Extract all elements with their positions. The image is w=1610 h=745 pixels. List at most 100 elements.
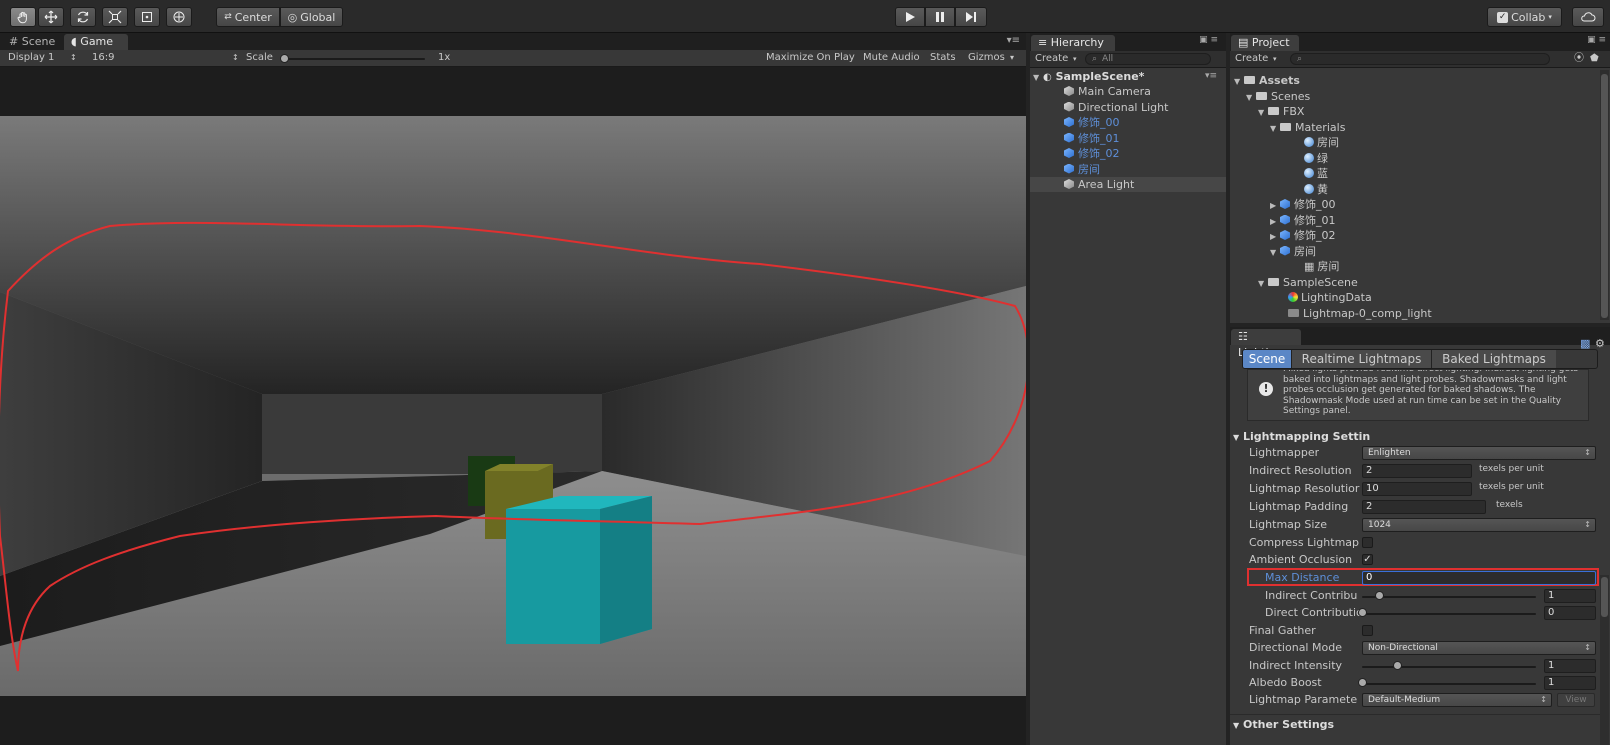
lightmap-parameters-dropdown[interactable]: Default-Medium xyxy=(1362,693,1552,707)
expand-arrow-icon[interactable]: ▶ xyxy=(1270,229,1280,244)
scale-slider-track[interactable] xyxy=(285,58,425,60)
project-tree-item[interactable]: ▶ 修饰_00 xyxy=(1270,197,1336,212)
lightmap-padding-field[interactable]: 2 xyxy=(1362,500,1486,514)
project-create-dropdown[interactable]: Create xyxy=(1235,51,1268,67)
cloud-button[interactable] xyxy=(1572,7,1604,27)
maximize-on-play-button[interactable]: Maximize On Play xyxy=(766,50,855,66)
expand-arrow-icon[interactable]: ▼ xyxy=(1258,276,1268,291)
lighting-scrollbar[interactable] xyxy=(1600,575,1609,745)
lightmap-size-dropdown[interactable]: 1024 xyxy=(1362,518,1596,532)
directional-mode-dropdown[interactable]: Non-Directional xyxy=(1362,641,1596,655)
expand-arrow-icon[interactable]: ▼ xyxy=(1246,90,1256,105)
expand-arrow-icon[interactable]: ▼ xyxy=(1234,74,1244,89)
project-tree-item[interactable]: ▶ 修饰_02 xyxy=(1270,228,1336,243)
final-gather-checkbox[interactable] xyxy=(1362,625,1373,636)
lightmapping-settings-header[interactable]: ▼ Lightmapping Settin xyxy=(1233,430,1370,443)
subtab-realtime-lightmaps[interactable]: Realtime Lightmaps xyxy=(1291,350,1431,368)
project-tree-item[interactable]: 房间 xyxy=(1294,135,1339,150)
space-global-toggle[interactable]: ◎ Global xyxy=(280,7,343,27)
tab-hierarchy[interactable]: ≡ Hierarchy xyxy=(1031,35,1115,51)
albedo-boost-field[interactable]: 1 xyxy=(1544,676,1596,690)
project-tree-item[interactable]: ▼ FBX xyxy=(1258,104,1304,119)
help-book-icon[interactable]: ▩ xyxy=(1580,337,1590,350)
indirect-intensity-track[interactable] xyxy=(1362,666,1536,668)
expand-arrow-icon[interactable]: ▶ xyxy=(1270,198,1280,213)
tab-scene[interactable]: # Scene xyxy=(2,34,62,50)
expand-arrow-icon[interactable]: ▶ xyxy=(1270,214,1280,229)
stats-button[interactable]: Stats xyxy=(930,50,956,66)
indirect-intensity-field[interactable]: 1 xyxy=(1544,659,1596,673)
subtab-baked-lightmaps[interactable]: Baked Lightmaps xyxy=(1431,350,1556,368)
project-scrollbar[interactable] xyxy=(1600,70,1609,320)
hierarchy-item[interactable]: 房间 xyxy=(1030,162,1226,177)
lighting-scrollbar-thumb[interactable] xyxy=(1601,577,1608,617)
project-tree-item[interactable]: ▼ Scenes xyxy=(1246,89,1310,104)
collab-dropdown[interactable]: ✓ Collab ▾ xyxy=(1487,7,1562,27)
rotate-tool-button[interactable] xyxy=(70,7,96,27)
max-distance-field[interactable]: 0 xyxy=(1362,571,1596,585)
panel-menu-icon[interactable]: ▾≡ xyxy=(1007,35,1020,46)
gizmos-dropdown[interactable]: Gizmos xyxy=(968,50,1005,66)
albedo-boost-knob[interactable] xyxy=(1358,678,1367,687)
aspect-dropdown[interactable]: 16:9 xyxy=(92,50,114,66)
albedo-boost-track[interactable] xyxy=(1362,683,1536,685)
hand-tool-button[interactable] xyxy=(10,7,36,27)
expand-arrow-icon[interactable]: ▼ xyxy=(1270,245,1280,260)
tab-game[interactable]: ◖ Game xyxy=(64,34,128,50)
expand-arrow-icon[interactable]: ▼ xyxy=(1270,121,1280,136)
lightmapper-dropdown[interactable]: Enlighten xyxy=(1362,446,1596,460)
project-tree-item[interactable]: ▦ 房间 xyxy=(1294,259,1339,274)
project-tree-item[interactable]: LightingData xyxy=(1278,290,1372,305)
play-button[interactable] xyxy=(895,7,925,27)
project-tree-item[interactable]: 蓝 xyxy=(1294,166,1328,181)
hierarchy-item[interactable]: Directional Light xyxy=(1030,100,1226,115)
move-tool-button[interactable] xyxy=(38,7,64,27)
indirect-contribution-field[interactable]: 1 xyxy=(1544,589,1596,603)
pivot-center-toggle[interactable]: ⇄ Center xyxy=(216,7,280,27)
subtab-scene[interactable]: Scene xyxy=(1243,350,1291,368)
project-tree-item[interactable]: Lightmap-0_comp_light xyxy=(1278,306,1432,321)
scale-tool-button[interactable] xyxy=(102,7,128,27)
lightmap-resolution-field[interactable]: 10 xyxy=(1362,482,1472,496)
lock-icon[interactable]: ▣ ≡ xyxy=(1199,35,1218,45)
filter-by-label-icon[interactable]: ⬟ xyxy=(1590,51,1599,67)
project-tree-item[interactable]: ▼ Materials xyxy=(1270,120,1345,135)
hierarchy-item[interactable]: 修饰_02 xyxy=(1030,146,1226,161)
mute-audio-button[interactable]: Mute Audio xyxy=(863,50,920,66)
tab-lighting[interactable]: ☷ Lighting xyxy=(1231,329,1301,359)
tab-project[interactable]: ▤ Project xyxy=(1231,35,1299,51)
project-tree-item[interactable]: 绿 xyxy=(1294,151,1328,166)
view-button[interactable]: View xyxy=(1557,693,1595,707)
indirect-contribution-knob[interactable] xyxy=(1375,591,1384,600)
scale-slider-knob[interactable] xyxy=(280,54,289,63)
expand-arrow-icon[interactable]: ▼ xyxy=(1258,105,1268,120)
hierarchy-item[interactable]: Area Light xyxy=(1030,177,1226,192)
gear-icon[interactable]: ⚙ xyxy=(1595,337,1605,350)
pause-button[interactable] xyxy=(925,7,955,27)
project-search-input[interactable]: ⌕ xyxy=(1290,53,1550,65)
step-button[interactable] xyxy=(955,7,987,27)
project-tree-item[interactable]: ▼ Assets xyxy=(1234,73,1300,88)
indirect-resolution-field[interactable]: 2 xyxy=(1362,464,1472,478)
transform-tool-button[interactable] xyxy=(166,7,192,27)
indirect-intensity-knob[interactable] xyxy=(1393,661,1402,670)
display-dropdown[interactable]: Display 1 xyxy=(8,50,54,66)
filter-by-type-icon[interactable]: ⦿ xyxy=(1574,51,1584,67)
project-lock-icon[interactable]: ▣ ≡ xyxy=(1587,35,1606,45)
hierarchy-create-dropdown[interactable]: Create xyxy=(1035,51,1068,67)
project-tree-item[interactable]: ▶ 修饰_01 xyxy=(1270,213,1336,228)
hierarchy-search-input[interactable]: ⌕ All xyxy=(1085,53,1211,65)
rect-tool-button[interactable] xyxy=(134,7,160,27)
direct-contribution-knob[interactable] xyxy=(1358,608,1367,617)
project-scrollbar-thumb[interactable] xyxy=(1601,74,1608,318)
scene-root-row[interactable]: ▼ ◐ SampleScene* ▾≡ xyxy=(1033,69,1223,84)
other-settings-header[interactable]: ▼ Other Settings xyxy=(1233,718,1334,731)
project-tree-item[interactable]: 黄 xyxy=(1294,182,1328,197)
scene-menu-icon[interactable]: ▾≡ xyxy=(1205,69,1217,84)
project-tree-item[interactable]: ▼ SampleScene xyxy=(1258,275,1358,290)
direct-contribution-field[interactable]: 0 xyxy=(1544,606,1596,620)
hierarchy-item[interactable]: Main Camera xyxy=(1030,84,1226,99)
hierarchy-item[interactable]: 修饰_00 xyxy=(1030,115,1226,130)
project-tree-item[interactable]: ▼ 房间 xyxy=(1270,244,1316,259)
indirect-contribution-track[interactable] xyxy=(1362,596,1536,598)
